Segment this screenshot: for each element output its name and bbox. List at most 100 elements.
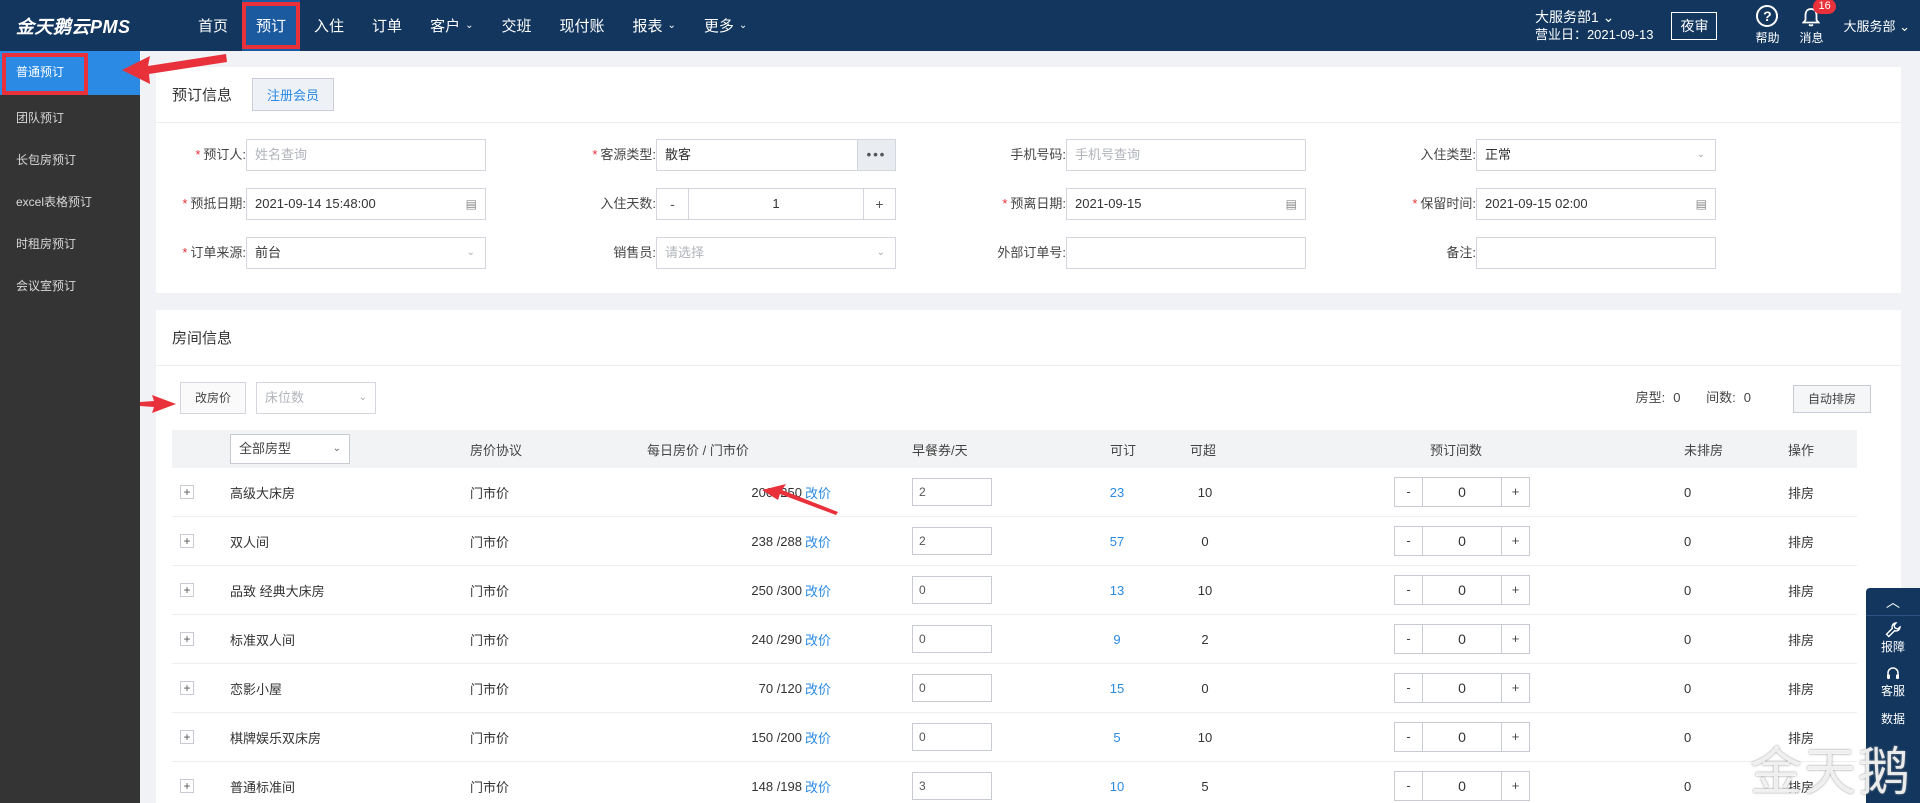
phone-input[interactable]: 手机号查询	[1066, 139, 1306, 171]
bed-count-select[interactable]: 床位数 ⌄	[256, 382, 376, 414]
increment-button[interactable]: +	[1501, 674, 1529, 702]
breakfast-input[interactable]: 2	[912, 527, 992, 555]
sidebar-item-long-stay-booking[interactable]: 长包房预订	[0, 139, 140, 181]
increment-button[interactable]: +	[1501, 625, 1529, 653]
phone-label: 手机号码:	[1010, 147, 1066, 162]
night-audit-button[interactable]: 夜审	[1671, 11, 1718, 40]
edit-price-link[interactable]: 改价	[805, 532, 831, 551]
breakfast-input[interactable]: 0	[912, 576, 992, 604]
expand-row-button[interactable]: +	[180, 632, 194, 646]
assign-room-action[interactable]: 排房	[1788, 532, 1814, 551]
increment-button[interactable]: +	[863, 189, 895, 219]
room-type-filter[interactable]: 全部房型 ⌄	[230, 434, 350, 464]
expand-row-button[interactable]: +	[180, 681, 194, 695]
nav-orders[interactable]: 订单	[358, 0, 416, 51]
increment-button[interactable]: +	[1501, 527, 1529, 555]
expand-row-button[interactable]: +	[180, 779, 194, 793]
nav-booking[interactable]: 预订	[242, 0, 301, 51]
expand-row-button[interactable]: +	[180, 730, 194, 744]
sidebar-item-excel-booking[interactable]: excel表格预订	[0, 181, 140, 223]
external-order-input[interactable]	[1066, 237, 1306, 269]
checkin-type-select[interactable]: 正常 ⌄	[1476, 139, 1716, 171]
nav-checkin[interactable]: 入住	[300, 0, 358, 51]
decrement-button[interactable]: -	[1395, 625, 1423, 653]
messages-button[interactable]: 16 消息	[1799, 0, 1836, 46]
breakfast-input[interactable]: 3	[912, 772, 992, 800]
breakfast-input[interactable]: 2	[912, 478, 992, 506]
decrement-button[interactable]: -	[657, 189, 689, 219]
expand-row-button[interactable]: +	[180, 485, 194, 499]
booking-qty-value[interactable]: 0	[1423, 723, 1501, 751]
expand-row-button[interactable]: +	[180, 534, 194, 548]
edit-price-link[interactable]: 改价	[805, 581, 831, 600]
edit-price-link[interactable]: 改价	[805, 630, 831, 649]
breakfast-input[interactable]: 0	[912, 723, 992, 751]
business-day: 营业日：2021-09-13	[1534, 26, 1654, 42]
sales-select[interactable]: 请选择 ⌄	[656, 237, 896, 269]
help-button[interactable]: ? 帮助	[1755, 5, 1779, 46]
chevron-down-icon: ⌄	[738, 20, 748, 31]
available-count[interactable]: 13	[1110, 583, 1124, 598]
expand-row-button[interactable]: +	[180, 583, 194, 597]
nav-shift[interactable]: 交班	[487, 0, 545, 51]
depart-date-input[interactable]: 2021-09-15 ▤	[1066, 188, 1306, 220]
breakfast-input[interactable]: 0	[912, 625, 992, 653]
store-switcher[interactable]: 大服务部1 ⌄ 营业日：2021-09-13	[1535, 8, 1654, 44]
edit-price-link[interactable]: 改价	[805, 679, 831, 698]
assign-room-action[interactable]: 排房	[1788, 630, 1814, 649]
decrement-button[interactable]: -	[1395, 576, 1423, 604]
stay-days-value[interactable]: 1	[689, 189, 863, 219]
auto-assign-button[interactable]: 自动排房	[1792, 385, 1871, 413]
nav-customers[interactable]: 客户 ⌄	[416, 0, 487, 51]
edit-price-link[interactable]: 改价	[805, 777, 831, 796]
arrive-date-input[interactable]: 2021-09-14 15:48:00 ▤	[246, 188, 486, 220]
increment-button[interactable]: +	[1501, 478, 1529, 506]
sidebar-item-label: excel表格预订	[16, 195, 93, 209]
hold-time-input[interactable]: 2021-09-15 02:00 ▤	[1476, 188, 1716, 220]
change-room-price-button[interactable]: 改房价	[180, 382, 247, 414]
remark-textarea[interactable]	[1476, 237, 1716, 269]
available-count[interactable]: 9	[1113, 632, 1120, 647]
assign-room-action[interactable]: 排房	[1788, 483, 1814, 502]
booker-input[interactable]: 姓名查询	[246, 139, 486, 171]
booking-qty-value[interactable]: 0	[1423, 478, 1501, 506]
available-count[interactable]: 10	[1110, 779, 1124, 794]
sidebar-item-group-booking[interactable]: 团队预订	[0, 97, 140, 139]
sidebar-item-normal-booking[interactable]: 普通预订	[0, 51, 140, 95]
sidebar-item-hourly-booking[interactable]: 时租房预订	[0, 223, 140, 265]
order-source-select[interactable]: 前台 ⌄	[246, 237, 486, 269]
booking-qty-value[interactable]: 0	[1423, 625, 1501, 653]
more-dots-icon[interactable]: •••	[857, 140, 895, 170]
decrement-button[interactable]: -	[1395, 478, 1423, 506]
increment-button[interactable]: +	[1501, 576, 1529, 604]
decrement-button[interactable]: -	[1395, 772, 1423, 800]
table-row: + 品致 经典大床房 门市价 250 /300 改价 0 13 10-0 +0 排房	[172, 566, 1857, 615]
available-count[interactable]: 23	[1110, 485, 1124, 500]
register-member-button[interactable]: 注册会员	[252, 78, 335, 111]
booking-qty-value[interactable]: 0	[1423, 674, 1501, 702]
sidebar-item-meeting-room-booking[interactable]: 会议室预订	[0, 265, 140, 307]
available-count[interactable]: 15	[1110, 681, 1124, 696]
assign-room-action[interactable]: 排房	[1788, 581, 1814, 600]
nav-reports[interactable]: 报表 ⌄	[619, 0, 690, 51]
increment-button[interactable]: +	[1501, 723, 1529, 751]
report-issue-button[interactable]: 报障	[1866, 616, 1920, 660]
user-menu[interactable]: 大服务部 ⌄	[1843, 16, 1910, 35]
booking-qty-value[interactable]: 0	[1423, 772, 1501, 800]
nav-more[interactable]: 更多 ⌄	[690, 0, 761, 51]
edit-price-link[interactable]: 改价	[805, 728, 831, 747]
customer-service-button[interactable]: 客服	[1866, 660, 1920, 704]
assign-room-action[interactable]: 排房	[1788, 679, 1814, 698]
decrement-button[interactable]: -	[1395, 527, 1423, 555]
available-count[interactable]: 5	[1113, 730, 1120, 745]
decrement-button[interactable]: -	[1395, 723, 1423, 751]
booking-qty-value[interactable]: 0	[1423, 576, 1501, 604]
source-type-input[interactable]: 散客 •••	[656, 139, 896, 171]
breakfast-input[interactable]: 0	[912, 674, 992, 702]
scroll-top-button[interactable]: ︿	[1866, 588, 1920, 616]
available-count[interactable]: 57	[1110, 534, 1124, 549]
decrement-button[interactable]: -	[1395, 674, 1423, 702]
nav-cash-account[interactable]: 现付账	[545, 0, 618, 51]
booking-qty-value[interactable]: 0	[1423, 527, 1501, 555]
increment-button[interactable]: +	[1501, 772, 1529, 800]
